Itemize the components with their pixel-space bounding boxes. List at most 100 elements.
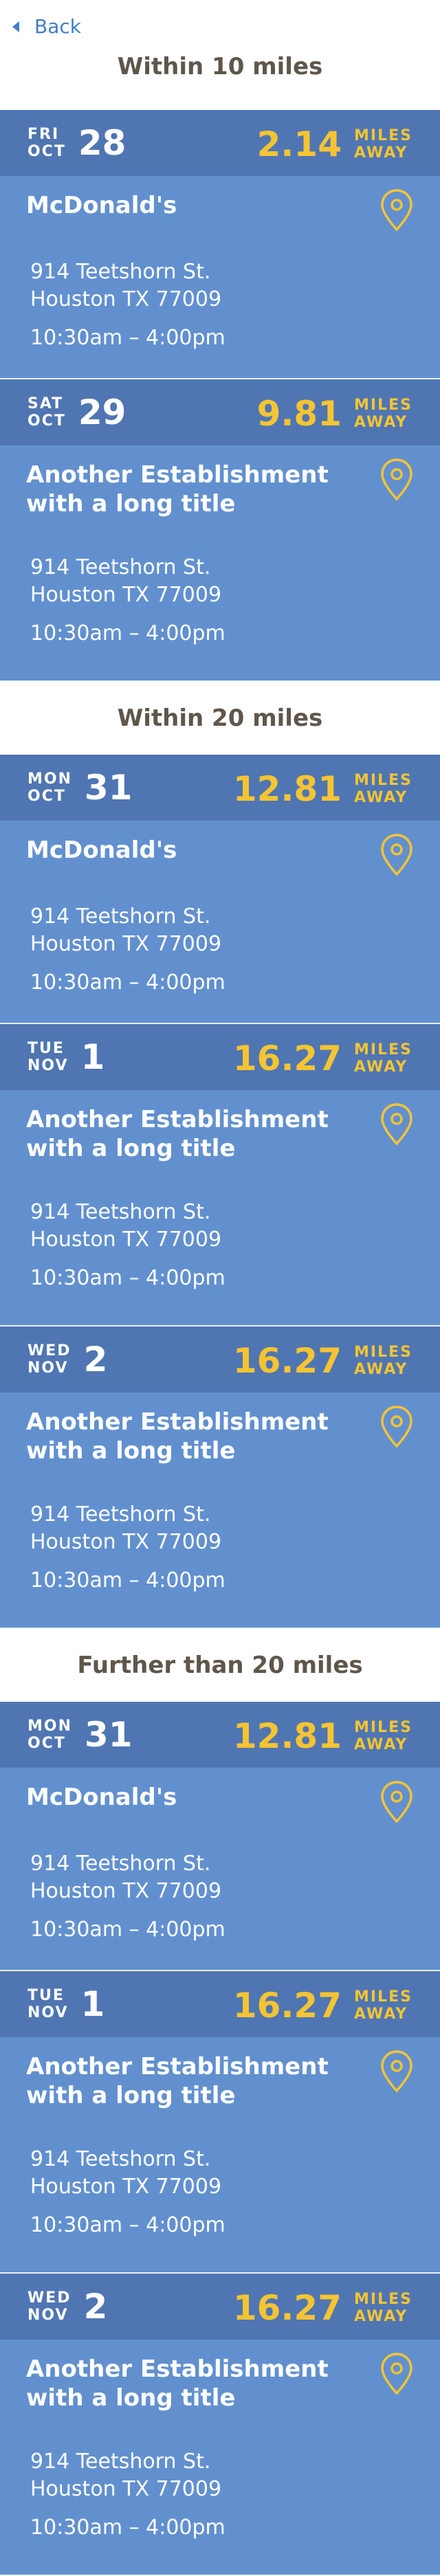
address-line-1: 914 Teetshorn St.: [30, 1200, 211, 1224]
section-title: Further than 20 miles: [0, 1629, 440, 1702]
event-date: WED NOV 2: [28, 2289, 107, 2324]
map-pin-icon[interactable]: [380, 1780, 414, 1824]
event-date: FRI OCT 28: [28, 125, 126, 161]
address: 914 Teetshorn St. Houston TX 77009: [30, 1501, 221, 1556]
event-card[interactable]: SAT OCT 29 9.81 MILES AWAY Another Establishme…: [0, 379, 440, 682]
card-body: Another Establishment with a long title 9…: [0, 1392, 440, 1629]
card-body: Another Establishment with a long title 9…: [0, 445, 440, 682]
distance-unit-miles: MILES: [354, 127, 412, 144]
address: 914 Teetshorn St. Houston TX 77009: [30, 903, 221, 958]
card-header: WED NOV 2 16.27 MILES AWAY: [0, 2274, 440, 2340]
event-card[interactable]: WED NOV 2 16.27 MILES AWAY Another Establishme…: [0, 1326, 440, 1629]
event-date: WED NOV 2: [28, 1342, 107, 1377]
event-card[interactable]: MON OCT 31 12.81 MILES AWAY McDonald's 914 Teet…: [0, 755, 440, 1024]
weekday-month: FRI OCT: [28, 126, 66, 160]
distance: 12.81 MILES AWAY: [233, 1718, 412, 1754]
map-pin-icon[interactable]: [380, 833, 414, 877]
event-card[interactable]: FRI OCT 28 2.14 MILES AWAY McDonald's 914 Teets…: [0, 110, 440, 379]
address: 914 Teetshorn St. Houston TX 77009: [30, 2146, 221, 2201]
distance-unit: MILES AWAY: [354, 1719, 412, 1753]
address-line-1: 914 Teetshorn St.: [30, 260, 211, 284]
address-line-1: 914 Teetshorn St.: [30, 2450, 211, 2474]
distance-value: 16.27: [232, 1341, 342, 1381]
month: OCT: [28, 412, 66, 430]
event-card[interactable]: TUE NOV 1 16.27 MILES AWAY Another Establishme…: [0, 1971, 440, 2274]
hours: 10:30am – 4:00pm: [30, 970, 226, 995]
month: NOV: [28, 1359, 69, 1377]
hours: 10:30am – 4:00pm: [30, 1568, 226, 1592]
card-header: TUE NOV 1 16.27 MILES AWAY: [0, 1024, 440, 1090]
weekday-month: SAT OCT: [28, 395, 66, 430]
distance-unit: MILES AWAY: [354, 1041, 412, 1076]
day-number: 2: [83, 2287, 108, 2327]
month: NOV: [28, 2004, 69, 2021]
establishment-name: Another Establishment with a long title: [26, 2053, 329, 2109]
hours: 10:30am – 4:00pm: [30, 1266, 226, 1290]
establishment-name: Another Establishment with a long title: [26, 2355, 329, 2412]
hours: 10:30am – 4:00pm: [30, 1918, 226, 1942]
card-body: Another Establishment with a long title 9…: [0, 2340, 440, 2576]
weekday: MON: [28, 1718, 73, 1735]
distance-unit-away: AWAY: [354, 2006, 408, 2023]
address-line-2: Houston TX 77009: [30, 287, 222, 311]
distance-unit: MILES AWAY: [354, 2291, 412, 2325]
distance: 12.81 MILES AWAY: [233, 771, 412, 807]
month: NOV: [28, 2307, 69, 2324]
distance-unit-miles: MILES: [354, 772, 412, 789]
day-number: 28: [78, 123, 126, 163]
card-body: Another Establishment with a long title 9…: [0, 2037, 440, 2274]
distance-unit-miles: MILES: [354, 1988, 412, 2006]
card-header: SAT OCT 29 9.81 MILES AWAY: [0, 379, 440, 445]
weekday: FRI: [28, 126, 60, 143]
event-date: MON OCT 31: [28, 770, 133, 806]
map-pin-icon[interactable]: [380, 458, 414, 502]
map-pin-icon[interactable]: [380, 2352, 414, 2396]
hours: 10:30am – 4:00pm: [30, 326, 226, 350]
distance-value: 16.27: [232, 2288, 342, 2328]
map-pin-icon[interactable]: [380, 1102, 414, 1146]
card-body: McDonald's 914 Teetshorn St. Houston TX 77…: [0, 821, 440, 1024]
hours: 10:30am – 4:00pm: [30, 2213, 226, 2237]
distance-unit-away: AWAY: [354, 144, 408, 162]
weekday-month: TUE NOV: [28, 1987, 69, 2021]
distance-unit: MILES AWAY: [354, 397, 412, 431]
hours: 10:30am – 4:00pm: [30, 2516, 226, 2540]
address-line-1: 914 Teetshorn St.: [30, 555, 211, 579]
day-number: 1: [80, 1037, 105, 1077]
establishment-name: Another Establishment with a long title: [26, 1106, 329, 1162]
distance-value: 16.27: [232, 1986, 342, 2025]
establishment-name: McDonald's: [26, 836, 177, 864]
address-line-2: Houston TX 77009: [30, 1530, 222, 1554]
distance: 16.27 MILES AWAY: [233, 1988, 412, 2023]
caret-left-icon: [12, 21, 19, 32]
establishment-name: McDonald's: [26, 1784, 177, 1811]
address-line-2: Houston TX 77009: [30, 2477, 222, 2501]
month: OCT: [28, 788, 66, 805]
distance-unit-miles: MILES: [354, 397, 412, 414]
event-card[interactable]: TUE NOV 1 16.27 MILES AWAY Another Establishme…: [0, 1024, 440, 1326]
weekday-month: TUE NOV: [28, 1040, 69, 1074]
distance-unit-miles: MILES: [354, 1041, 412, 1058]
distance-value: 9.81: [256, 394, 342, 434]
map-pin-icon[interactable]: [380, 1405, 414, 1449]
distance-value: 12.81: [232, 769, 342, 809]
event-card[interactable]: WED NOV 2 16.27 MILES AWAY Another Establishme…: [0, 2274, 440, 2576]
section-title: Within 20 miles: [0, 682, 440, 755]
map-pin-icon[interactable]: [380, 2050, 414, 2094]
map-pin-icon[interactable]: [380, 188, 414, 232]
distance-unit-away: AWAY: [354, 1058, 408, 1076]
address: 914 Teetshorn St. Houston TX 77009: [30, 1199, 221, 1254]
back-button[interactable]: Back: [12, 15, 81, 38]
address: 914 Teetshorn St. Houston TX 77009: [30, 258, 221, 313]
card-body: McDonald's 914 Teetshorn St. Houston TX 77…: [0, 1768, 440, 1971]
establishment-name: Another Establishment with a long title: [26, 1408, 329, 1465]
day-number: 1: [80, 1984, 105, 2024]
distance-value: 12.81: [232, 1716, 342, 1756]
distance: 9.81 MILES AWAY: [257, 396, 412, 432]
event-card[interactable]: MON OCT 31 12.81 MILES AWAY McDonald's 914 Teet…: [0, 1702, 440, 1971]
weekday-month: WED NOV: [28, 2289, 72, 2324]
distance-unit-away: AWAY: [354, 789, 408, 806]
distance-unit-miles: MILES: [354, 1344, 412, 1361]
event-date: TUE NOV 1: [28, 1039, 104, 1075]
card-body: McDonald's 914 Teetshorn St. Houston TX 77…: [0, 176, 440, 379]
